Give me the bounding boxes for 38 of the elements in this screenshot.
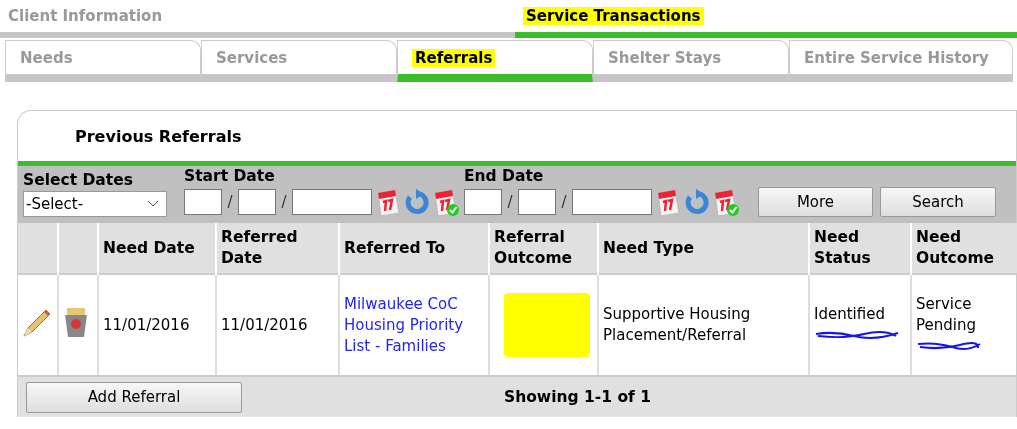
calendar-icon[interactable] — [375, 187, 402, 217]
field-label: Select Dates — [23, 171, 134, 189]
column-header: Need Outcome — [911, 223, 1017, 274]
field-label: Start Date — [184, 167, 276, 185]
column-header: Need Date — [98, 223, 216, 274]
add-referral-button[interactable]: Add Referral — [26, 381, 242, 413]
column-header: Referral Outcome — [489, 223, 598, 274]
tab[interactable]: Service Transactions — [515, 0, 1017, 38]
day-field[interactable] — [518, 189, 556, 215]
year-field[interactable] — [292, 189, 372, 215]
tab[interactable]: Referrals — [397, 40, 593, 82]
year-field[interactable] — [572, 189, 652, 215]
date-separator: / — [280, 193, 288, 211]
result-count: Showing 1-1 of 1 — [504, 388, 651, 406]
field-label: End Date — [464, 167, 545, 185]
date-separator: / — [506, 193, 514, 211]
trash-icon[interactable] — [63, 306, 89, 338]
day-field[interactable] — [238, 189, 276, 215]
month-field[interactable] — [184, 189, 222, 215]
column-header: Need Type — [598, 223, 809, 274]
calendar-check-icon[interactable] — [712, 187, 739, 217]
date-range-dropdown[interactable]: -Select- — [23, 191, 167, 217]
scribble-drawing — [916, 340, 982, 351]
column-header: Referred Date — [216, 223, 339, 274]
panel-title: Previous Referrals — [75, 126, 242, 146]
date-separator: / — [560, 193, 568, 211]
calendar-check-icon[interactable] — [432, 187, 459, 217]
column-header: Referred To — [339, 223, 489, 274]
column-header: Need Status — [809, 223, 911, 274]
date-separator: / — [226, 193, 234, 211]
table-cell-text: Identified — [814, 304, 886, 325]
chevron-down-icon — [147, 200, 159, 208]
table-cell-text: Service Pending — [916, 293, 977, 336]
calendar-icon[interactable] — [655, 187, 682, 217]
referral-link[interactable]: Milwaukee CoC Housing Priority List - Families — [344, 293, 474, 357]
month-field[interactable] — [464, 189, 502, 215]
more-button[interactable]: More — [758, 187, 873, 217]
search-button[interactable]: Search — [880, 187, 996, 217]
